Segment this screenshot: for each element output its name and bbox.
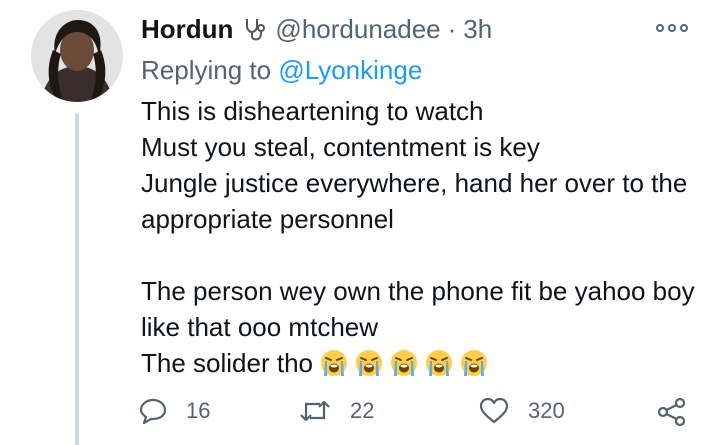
author-name[interactable]: Hordun	[141, 14, 233, 44]
tweet-line: Jungle justice everywhere, hand her over…	[141, 168, 688, 234]
more-options-icon[interactable]	[656, 22, 688, 34]
action-bar: 16 22 320	[138, 396, 698, 436]
replying-to: Replying to @Lyonkinge	[141, 55, 422, 85]
tweet-text: This is disheartening to watch Must you …	[141, 93, 701, 381]
like-count: 320	[528, 398, 565, 423]
stethoscope-icon	[241, 16, 267, 42]
replying-to-mention[interactable]: @Lyonkinge	[278, 55, 422, 85]
replying-to-label: Replying to	[141, 55, 272, 85]
tweet-line-last: The solider tho	[141, 345, 701, 381]
tweet-line: Must you steal, contentment is key	[141, 132, 540, 162]
share-icon	[657, 397, 686, 427]
reply-icon	[139, 398, 167, 425]
heart-icon	[479, 397, 509, 424]
loudly-crying-face-icon	[320, 350, 347, 376]
like-button[interactable]: 320	[478, 396, 565, 426]
retweet-count: 22	[350, 398, 375, 423]
loudly-crying-face-icon	[425, 350, 452, 376]
timestamp[interactable]: 3h	[463, 14, 492, 44]
tweet: Hordun @hordunadee · 3h Replying to @Lyo…	[0, 0, 720, 445]
tweet-line: This is disheartening to watch	[141, 96, 484, 126]
loudly-crying-face-icon	[460, 350, 487, 376]
author-handle[interactable]: @hordunadee	[275, 14, 440, 44]
tweet-line: The person wey own the phone fit be yaho…	[141, 276, 695, 342]
reply-button[interactable]: 16	[138, 396, 210, 426]
loudly-crying-face-icon	[355, 350, 382, 376]
avatar[interactable]	[31, 10, 123, 102]
share-button[interactable]	[656, 396, 688, 428]
retweet-icon	[300, 400, 330, 422]
retweet-button[interactable]: 22	[298, 396, 374, 426]
tweet-line: The solider tho	[141, 348, 313, 378]
thread-line	[75, 113, 79, 445]
reply-count: 16	[186, 398, 211, 423]
separator-dot: ·	[447, 14, 457, 44]
emoji-row	[319, 348, 494, 378]
loudly-crying-face-icon	[390, 350, 417, 376]
tweet-line-empty	[141, 237, 701, 273]
tweet-header: Hordun @hordunadee · 3h	[141, 14, 492, 44]
